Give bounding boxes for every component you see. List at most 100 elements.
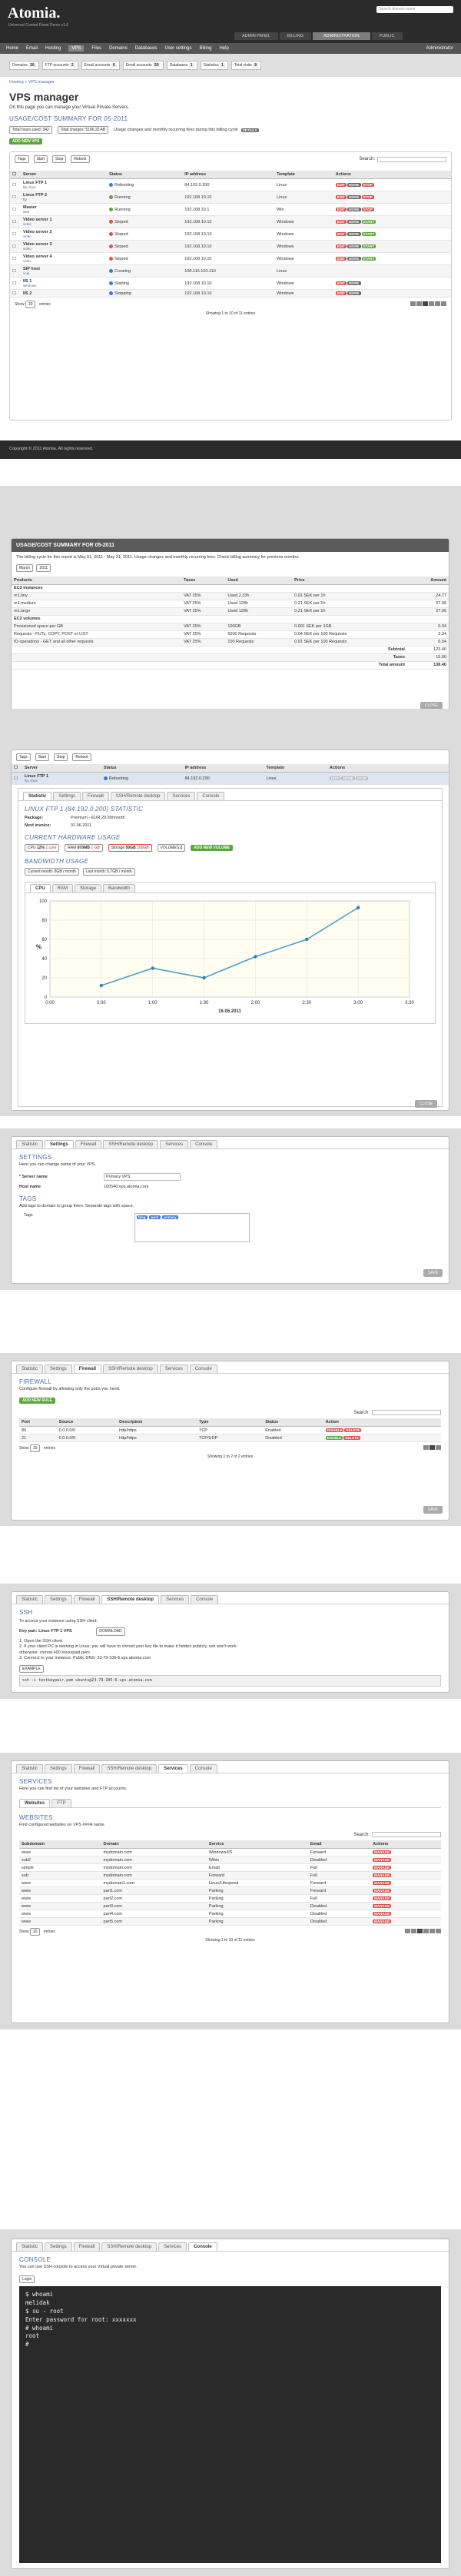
- tab-console[interactable]: Console: [189, 1364, 217, 1373]
- row-checkbox[interactable]: ☐: [10, 178, 21, 191]
- row-checkbox[interactable]: ☐: [10, 289, 21, 297]
- tab-statistic[interactable]: Statistic: [23, 792, 52, 800]
- tab-statistic[interactable]: Statistic: [16, 1364, 44, 1373]
- nav-help[interactable]: Help: [219, 46, 228, 51]
- col-description[interactable]: Description: [117, 1418, 197, 1427]
- col-server[interactable]: Server: [21, 171, 108, 179]
- edit-button[interactable]: EDIT: [335, 231, 347, 236]
- tab-firewall[interactable]: Firewall: [75, 1140, 102, 1148]
- row-checkbox[interactable]: ☐: [10, 215, 21, 228]
- col-status[interactable]: Status: [107, 171, 183, 179]
- stat-email[interactable]: Email accounts 6: [81, 61, 120, 70]
- prev-page-button[interactable]: [416, 301, 422, 306]
- chart-tab-storage[interactable]: Storage: [75, 884, 102, 892]
- tab-ssh[interactable]: SSH/Remote desktop: [103, 1140, 159, 1148]
- manage-button[interactable]: MANAGE: [373, 1865, 392, 1870]
- server-name-input[interactable]: Primary VPS: [104, 1173, 181, 1181]
- tab-firewall[interactable]: Firewall: [73, 1595, 101, 1604]
- more-button[interactable]: MORE: [347, 244, 361, 248]
- nav-user[interactable]: Administrator: [426, 46, 453, 51]
- month-select[interactable]: March: [16, 563, 33, 572]
- server-name[interactable]: IIS 2: [23, 291, 32, 296]
- details-button[interactable]: DETAILS: [240, 128, 259, 132]
- more-button[interactable]: MORE: [347, 194, 361, 199]
- settings-save-button[interactable]: SAVE: [423, 1269, 443, 1277]
- download-key-button[interactable]: DOWNLOAD: [96, 1627, 125, 1636]
- tags-input[interactable]: blog work primary: [134, 1213, 250, 1242]
- col-port[interactable]: Port: [19, 1418, 57, 1427]
- tab-ssh[interactable]: SSH/Remote desktop: [110, 792, 166, 800]
- show-select[interactable]: 10: [29, 1444, 41, 1452]
- header-search-input[interactable]: Search domain name: [376, 6, 453, 13]
- tab-settings[interactable]: Settings: [45, 1140, 74, 1148]
- first-page-button[interactable]: [405, 1929, 410, 1933]
- col-subdomain[interactable]: Subdomain: [19, 1840, 101, 1849]
- detail-close-button[interactable]: CLOSE: [415, 1100, 437, 1108]
- nav-billing[interactable]: Billing: [199, 46, 211, 51]
- tab-settings[interactable]: Settings: [45, 1364, 72, 1373]
- filter-reboot[interactable]: Reboot: [72, 753, 91, 761]
- col-template[interactable]: Template: [274, 171, 333, 179]
- firewall-search-input[interactable]: [372, 1410, 441, 1415]
- edit-button[interactable]: EDIT: [335, 291, 347, 295]
- vps-row[interactable]: ☐ IIS 1 windows Starting 192.168.10.10 Window…: [10, 277, 451, 290]
- add-rule-button[interactable]: ADD NEW RULE: [19, 1398, 55, 1404]
- tab-statistic[interactable]: Statistic: [16, 1764, 44, 1773]
- last-page-button[interactable]: [441, 301, 446, 306]
- tab-ssh[interactable]: SSH/Remote desktop: [101, 2242, 158, 2251]
- tag-chip[interactable]: primary: [162, 1215, 178, 1219]
- col-source[interactable]: Source: [56, 1418, 118, 1427]
- filter-stop[interactable]: Stop: [52, 155, 67, 163]
- edit-button[interactable]: EDIT: [335, 182, 347, 187]
- tab-statistic[interactable]: Statistic: [16, 2242, 44, 2251]
- vps-row[interactable]: ☐ Master web Running 192.168.10.1 Win EDIT MORE…: [10, 203, 451, 216]
- edit-button[interactable]: EDIT: [335, 207, 347, 211]
- tab-statistic[interactable]: Statistic: [16, 1140, 44, 1148]
- manage-button[interactable]: MANAGE: [373, 1888, 392, 1893]
- nav-user-settings[interactable]: User settings: [164, 46, 191, 51]
- col-ip[interactable]: IP address: [182, 171, 275, 179]
- filter-start[interactable]: Start: [35, 753, 50, 761]
- stat-email-2[interactable]: Email accounts 50: [122, 61, 164, 70]
- nav-domains[interactable]: Domains: [109, 46, 128, 51]
- edit-button[interactable]: EDIT: [335, 281, 347, 285]
- vps-row[interactable]: ☐ Video server 4 video Stoped 192.168.10.10 W…: [10, 252, 451, 265]
- login-button[interactable]: Login: [19, 2275, 35, 2283]
- nav-email[interactable]: Email: [26, 46, 38, 51]
- row-checkbox[interactable]: ☐: [10, 252, 21, 265]
- tab-settings[interactable]: Settings: [45, 2242, 72, 2251]
- tab-firewall[interactable]: Firewall: [73, 1764, 101, 1773]
- console-terminal[interactable]: $ whoami melidak $ su - root Enter passw…: [19, 2286, 441, 2563]
- nav-vps[interactable]: VPS: [68, 45, 85, 52]
- show-select[interactable]: 10: [29, 1928, 41, 1936]
- vps-row[interactable]: ☐ Video server 3 video Stoped 192.168.10.10 W…: [10, 240, 451, 253]
- logo[interactable]: Atomia.: [8, 5, 60, 22]
- tab-firewall[interactable]: Firewall: [82, 792, 109, 800]
- more-button[interactable]: MORE: [347, 219, 361, 224]
- more-button[interactable]: MORE: [347, 207, 361, 211]
- filter-tags[interactable]: Tags: [16, 753, 31, 761]
- show-select[interactable]: 10: [25, 301, 36, 308]
- delete-button[interactable]: DELETE: [343, 1435, 360, 1440]
- tab-settings[interactable]: Settings: [45, 1595, 72, 1604]
- filter-stop[interactable]: Stop: [54, 753, 68, 761]
- col-type[interactable]: Type: [196, 1418, 264, 1427]
- vps-row[interactable]: ☐ Linux FTP 1 ftp, linux Rebooting 84.192.0.…: [10, 178, 451, 191]
- more-button[interactable]: MORE: [347, 182, 361, 187]
- page-1-button[interactable]: [423, 301, 428, 306]
- select-all-checkbox[interactable]: ☐: [12, 764, 22, 773]
- manage-button[interactable]: MANAGE: [373, 1857, 392, 1862]
- year-select[interactable]: 2011: [36, 563, 51, 572]
- tab-ssh[interactable]: SSH/Remote desktop: [103, 1364, 158, 1373]
- filter-start[interactable]: Start: [33, 155, 48, 163]
- edit-button[interactable]: EDIT: [335, 219, 347, 224]
- subtab-ftp[interactable]: FTP: [51, 1799, 71, 1807]
- start-button[interactable]: START: [361, 256, 376, 261]
- col-email[interactable]: Email: [307, 1840, 371, 1849]
- edit-button[interactable]: EDIT: [335, 194, 347, 199]
- top-tab-public[interactable]: PUBLIC: [371, 32, 403, 40]
- tab-console[interactable]: Console: [188, 2242, 217, 2251]
- row-checkbox[interactable]: ☐: [12, 772, 22, 785]
- stat-databases[interactable]: Databases 1: [166, 61, 197, 70]
- tab-console[interactable]: Console: [191, 1595, 219, 1604]
